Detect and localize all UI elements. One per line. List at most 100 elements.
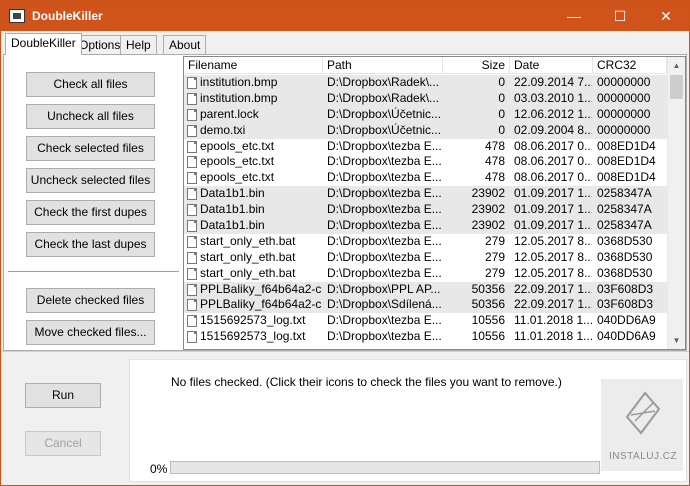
scroll-thumb[interactable] — [670, 75, 683, 99]
file-icon[interactable] — [187, 251, 197, 264]
check-selected-button[interactable]: Check selected files — [26, 136, 155, 161]
column-header-path[interactable]: Path — [323, 57, 443, 74]
table-row[interactable]: Data1b1.bin D:\Dropbox\tezba E... 23902 01.… — [184, 186, 667, 203]
minimize-button[interactable]: — — [551, 1, 597, 31]
cell-filename: Data1b1.bin — [200, 186, 265, 201]
uncheck-all-button[interactable]: Uncheck all files — [26, 104, 155, 129]
cell-date: 11.01.2018 1... — [514, 313, 592, 328]
check-last-dupes-button[interactable]: Check the last dupes — [26, 232, 155, 257]
file-icon[interactable] — [187, 140, 197, 153]
cell-filename: start_only_eth.bat — [200, 249, 296, 264]
main-panel: Check all files Uncheck all files Check … — [3, 54, 687, 351]
table-row[interactable]: institution.bmp D:\Dropbox\Radek\... 0 22.0… — [184, 75, 667, 91]
window-title: DoubleKiller — [32, 9, 103, 23]
cell-date: 03.03.2010 1... — [514, 90, 592, 105]
file-icon[interactable] — [187, 283, 197, 296]
file-icon[interactable] — [187, 315, 197, 328]
tab-doublekiller[interactable]: DoubleKiller — [5, 33, 82, 55]
cell-path: D:\Dropbox\tezba E... — [327, 170, 442, 185]
app-icon — [9, 9, 25, 23]
column-header-date[interactable]: Date — [510, 57, 593, 74]
cell-path: D:\Dropbox\tezba E... — [327, 249, 442, 264]
table-row[interactable]: start_only_eth.bat D:\Dropbox\tezba E... 2… — [184, 266, 667, 282]
table-row[interactable]: 1515692573_log.txt D:\Dropbox\tezba E... 1… — [184, 329, 667, 345]
check-all-button[interactable]: Check all files — [26, 72, 155, 97]
maximize-button[interactable]: ☐ — [597, 1, 643, 31]
table-row[interactable]: Data1b1.bin D:\Dropbox\tezba E... 23902 01.… — [184, 218, 667, 234]
vertical-scrollbar[interactable]: ▲ ▼ — [667, 57, 685, 349]
table-row[interactable]: start_only_eth.bat D:\Dropbox\tezba E... 2… — [184, 250, 667, 266]
table-row[interactable]: demo.txi D:\Dropbox\Účetnic... 0 02.09.2004… — [184, 122, 667, 139]
cell-filename: Data1b1.bin — [200, 202, 265, 217]
table-row[interactable]: Data1b1.bin D:\Dropbox\tezba E... 23902 01.… — [184, 202, 667, 219]
cell-crc32: 00000000 — [597, 122, 651, 137]
tab-help[interactable]: Help — [120, 35, 157, 55]
cell-size: 0 — [498, 106, 505, 121]
table-row[interactable]: epools_etc.txt D:\Dropbox\tezba E... 478 08… — [184, 154, 667, 170]
cell-date: 22.09.2017 1... — [514, 297, 592, 312]
cell-path: D:\Dropbox\Sdílená... — [327, 297, 442, 312]
file-icon[interactable] — [187, 299, 197, 312]
cell-crc32: 0368D530 — [597, 233, 653, 248]
watermark-text: INSTALUJ.CZ — [609, 451, 678, 462]
delete-checked-button[interactable]: Delete checked files — [26, 288, 155, 313]
progress-percent: 0% — [150, 462, 168, 476]
cell-filename: institution.bmp — [200, 90, 278, 105]
file-icon[interactable] — [187, 235, 197, 248]
file-icon[interactable] — [187, 172, 197, 185]
cell-path: D:\Dropbox\Účetnic... — [327, 106, 442, 121]
list-rows: institution.bmp D:\Dropbox\Radek\... 0 22.0… — [184, 75, 667, 345]
column-header-size[interactable]: Size — [443, 57, 510, 74]
cell-filename: epools_etc.txt — [200, 154, 275, 169]
move-checked-button[interactable]: Move checked files... — [26, 320, 155, 345]
file-icon[interactable] — [187, 267, 197, 280]
cell-date: 08.06.2017 0... — [514, 138, 592, 153]
cell-crc32: 0368D530 — [597, 265, 653, 280]
file-icon[interactable] — [187, 220, 197, 233]
cell-filename: parent.lock — [200, 106, 259, 121]
file-icon[interactable] — [187, 108, 197, 121]
cell-filename: 1515692573_log.txt — [200, 313, 306, 328]
file-icon[interactable] — [187, 204, 197, 217]
scroll-down-arrow-icon[interactable]: ▼ — [668, 332, 685, 349]
run-button[interactable]: Run — [25, 383, 101, 408]
scroll-up-arrow-icon[interactable]: ▲ — [668, 57, 685, 74]
cell-date: 22.09.2017 1... — [514, 281, 592, 296]
title-bar[interactable]: DoubleKiller — ☐ ✕ — [1, 1, 689, 31]
table-row[interactable]: epools_etc.txt D:\Dropbox\tezba E... 478 08… — [184, 170, 667, 186]
file-icon[interactable] — [187, 92, 197, 105]
cell-filename: start_only_eth.bat — [200, 233, 296, 248]
table-row[interactable]: institution.bmp D:\Dropbox\Radek\... 0 03.0… — [184, 90, 667, 107]
cell-filename: PPLBaliky_f64b64a2-c... — [200, 297, 322, 312]
cell-filename: Data1b1.bin — [200, 218, 265, 233]
cancel-button[interactable]: Cancel — [25, 431, 101, 456]
file-icon[interactable] — [187, 156, 197, 169]
cell-crc32: 040DD6A9 — [597, 329, 656, 344]
table-row[interactable]: PPLBaliky_f64b64a2-c... D:\Dropbox\Sdílen… — [184, 297, 667, 314]
cell-crc32: 0258347A — [597, 186, 652, 201]
cell-crc32: 008ED1D4 — [597, 154, 656, 169]
cell-crc32: 008ED1D4 — [597, 170, 656, 185]
uncheck-selected-button[interactable]: Uncheck selected files — [26, 168, 155, 193]
action-button-column: Check all files Uncheck all files Check … — [4, 55, 180, 350]
table-row[interactable]: start_only_eth.bat D:\Dropbox\tezba E... 2… — [184, 234, 667, 250]
bottom-panel: Run Cancel No files checked. (Click thei… — [1, 351, 689, 485]
column-header-crc32[interactable]: CRC32 — [593, 57, 667, 74]
file-icon[interactable] — [187, 331, 197, 344]
cell-size: 0 — [498, 75, 505, 89]
file-icon[interactable] — [187, 77, 197, 89]
cell-path: D:\Dropbox\Radek\... — [327, 90, 440, 105]
table-row[interactable]: parent.lock D:\Dropbox\Účetnic... 0 12.06.2… — [184, 106, 667, 123]
duplicate-file-list[interactable]: Filename Path Size Date CRC32 institutio… — [183, 56, 686, 350]
table-row[interactable]: 1515692573_log.txt D:\Dropbox\tezba E... 1… — [184, 313, 667, 329]
tab-about[interactable]: About — [163, 35, 207, 55]
close-button[interactable]: ✕ — [643, 1, 689, 31]
table-row[interactable]: PPLBaliky_f64b64a2-c... D:\Dropbox\PPL AP… — [184, 281, 667, 298]
file-icon[interactable] — [187, 188, 197, 201]
table-row[interactable]: epools_etc.txt D:\Dropbox\tezba E... 478 08… — [184, 139, 667, 155]
column-header-filename[interactable]: Filename — [184, 57, 323, 74]
cell-crc32: 0368D530 — [597, 249, 653, 264]
file-icon[interactable] — [187, 124, 197, 137]
cell-date: 01.09.2017 1... — [514, 202, 592, 217]
check-first-dupes-button[interactable]: Check the first dupes — [26, 200, 155, 225]
